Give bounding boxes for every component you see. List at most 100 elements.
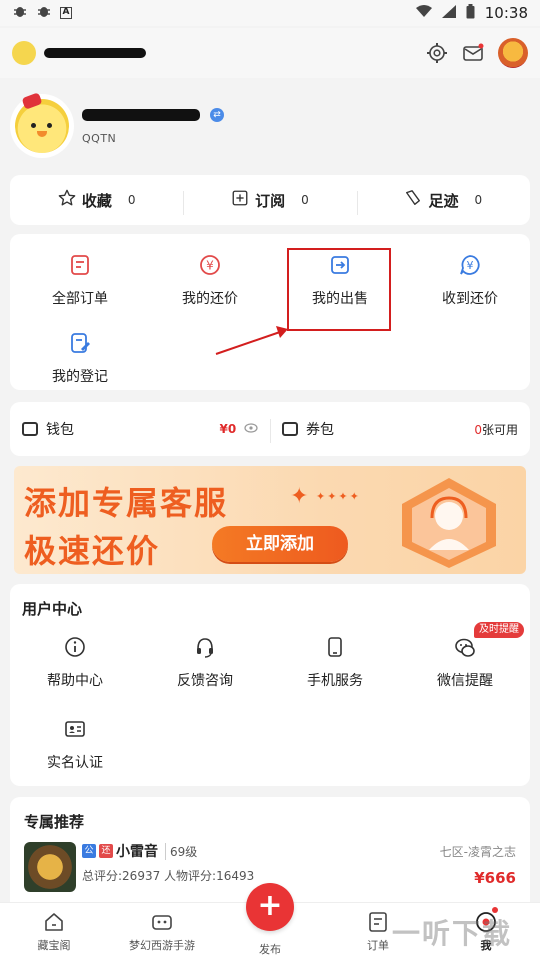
banner-headline: 添加专属客服 <box>24 484 229 522</box>
bug-icon <box>36 4 52 22</box>
counteroffer-tag: 还 <box>99 844 113 858</box>
add-now-button[interactable]: 立即添加 <box>212 526 348 562</box>
small-avatar[interactable] <box>12 41 36 65</box>
coupon-count: 0 <box>474 422 482 437</box>
feedback[interactable]: 反馈咨询 <box>145 636 265 690</box>
headset-icon <box>194 636 216 658</box>
wallet-value: ¥0 <box>219 422 258 437</box>
redacted-nickname <box>82 108 200 121</box>
timely-reminder-tag: 及时提醒 <box>474 622 524 638</box>
orders-card: 全部订单 ¥ 我的还价 我的出售 ¥ 收到还价 我的登记 <box>10 234 530 390</box>
nav-label: 藏宝阁 <box>37 939 71 952</box>
promo-banner[interactable]: 添加专属客服 极速还价 ✦ ✦✦✦✦ 立即添加 <box>14 466 526 574</box>
coupon-label: 券包 <box>306 422 334 438</box>
user-id: QQTN <box>82 131 117 145</box>
status-bar: A 10:38 <box>0 0 540 26</box>
order-all[interactable]: 全部订单 <box>15 254 145 308</box>
order-icon <box>367 911 389 933</box>
top-bar <box>0 28 540 78</box>
wallet-card: 钱包 ¥0 券包 0张可用 <box>10 402 530 456</box>
listing-server: 七区-凌霄之志 <box>439 845 516 859</box>
stat-count: 0 <box>474 193 483 207</box>
stat-subscriptions[interactable]: 订阅 0 <box>183 189 356 215</box>
gear-icon[interactable] <box>426 42 448 64</box>
switch-account-icon[interactable]: ⇄ <box>210 107 224 122</box>
order-received-counteroffers[interactable]: ¥ 收到还价 <box>405 254 535 308</box>
stat-footprints[interactable]: 足迹 0 <box>356 189 530 215</box>
yen-icon: ¥ <box>199 254 221 276</box>
character-thumbnail[interactable] <box>24 842 76 892</box>
bug-icon <box>12 4 28 22</box>
sparkle-icon: ✦ <box>290 484 309 509</box>
user-center-card: 用户中心 帮助中心 反馈咨询 手机服务 微信提醒 实名认证 <box>10 584 530 786</box>
stats-card: 收藏 0 订阅 0 足迹 0 <box>10 175 530 225</box>
nav-treasure-pavilion[interactable]: 藏宝阁 <box>4 903 104 953</box>
mail-icon[interactable] <box>462 42 484 64</box>
listing-level: 69级 <box>165 842 197 860</box>
banner-subheadline: 极速还价 <box>24 532 161 570</box>
help-center[interactable]: 帮助中心 <box>15 636 135 690</box>
order-my-registrations[interactable]: 我的登记 <box>15 332 145 386</box>
listing-name: 小雷音 <box>116 844 158 860</box>
info-icon <box>64 636 86 658</box>
home-icon <box>43 911 65 933</box>
uc-label: 手机服务 <box>307 673 363 689</box>
section-title: 专属推荐 <box>24 813 85 831</box>
customer-service-badge-icon <box>402 478 496 568</box>
section-title: 用户中心 <box>22 600 83 618</box>
game-avatar[interactable] <box>498 38 528 68</box>
stat-label: 收藏 <box>81 191 112 210</box>
listing-price: ¥666 <box>474 869 516 887</box>
stat-count: 0 <box>127 193 136 207</box>
annotation-arrow <box>215 326 288 355</box>
wallet-icon <box>22 422 38 436</box>
stat-favorites[interactable]: 收藏 0 <box>10 189 183 211</box>
highlight-box <box>287 248 391 331</box>
order-label: 收到还价 <box>442 291 498 307</box>
uc-label: 微信提醒 <box>437 673 493 689</box>
wechat-icon <box>454 636 476 658</box>
order-list-icon <box>69 254 91 276</box>
svg-text:¥: ¥ <box>467 259 474 272</box>
wallet-amount: ¥0 <box>219 421 237 436</box>
wifi-icon <box>415 4 432 22</box>
nav-publish[interactable]: 发布 <box>220 941 320 957</box>
coupon-row[interactable]: 券包 0张可用 <box>270 419 530 443</box>
signal-icon <box>441 4 456 22</box>
gamepad-icon <box>151 911 173 933</box>
real-name-verification[interactable]: 实名认证 <box>15 718 135 772</box>
status-time: 10:38 <box>484 4 528 22</box>
coupon-value: 0张可用 <box>474 421 518 438</box>
uc-label: 反馈咨询 <box>177 673 233 689</box>
nav-label: 发布 <box>259 943 281 956</box>
star-icon <box>58 189 76 211</box>
wechat-reminder[interactable]: 微信提醒 <box>405 636 525 690</box>
stat-count: 0 <box>301 193 309 207</box>
wallet-label: 钱包 <box>46 422 74 438</box>
subscribe-icon <box>231 189 249 211</box>
public-tag: 公 <box>82 844 96 858</box>
eye-icon[interactable] <box>244 422 258 436</box>
listing-name-row[interactable]: 公 还 小雷音 69级 <box>82 841 197 861</box>
a-icon: A <box>60 7 72 19</box>
redacted-username <box>44 48 146 58</box>
publish-plus-button[interactable]: + <box>246 883 294 931</box>
yen-chat-icon: ¥ <box>459 254 481 276</box>
coupon-suffix: 张可用 <box>481 422 518 437</box>
footprint-icon <box>404 189 422 211</box>
nav-game[interactable]: 梦幻西游手游 <box>112 903 212 953</box>
uc-label: 实名认证 <box>47 755 103 771</box>
register-icon <box>69 332 91 354</box>
order-label: 全部订单 <box>52 291 108 307</box>
id-card-icon <box>64 718 86 740</box>
wallet-row[interactable]: 钱包 ¥0 <box>10 419 270 439</box>
avatar[interactable] <box>10 92 74 158</box>
sparkle-dots-icon: ✦✦✦✦ <box>316 490 361 503</box>
stat-label: 订阅 <box>255 191 286 210</box>
phone-service[interactable]: 手机服务 <box>275 636 395 690</box>
listing-score: 总评分:26937 人物评分:16493 <box>82 869 255 883</box>
coupon-icon <box>282 422 298 436</box>
order-label: 我的还价 <box>182 291 238 307</box>
order-my-counteroffers[interactable]: ¥ 我的还价 <box>145 254 275 308</box>
order-label: 我的登记 <box>52 369 108 385</box>
